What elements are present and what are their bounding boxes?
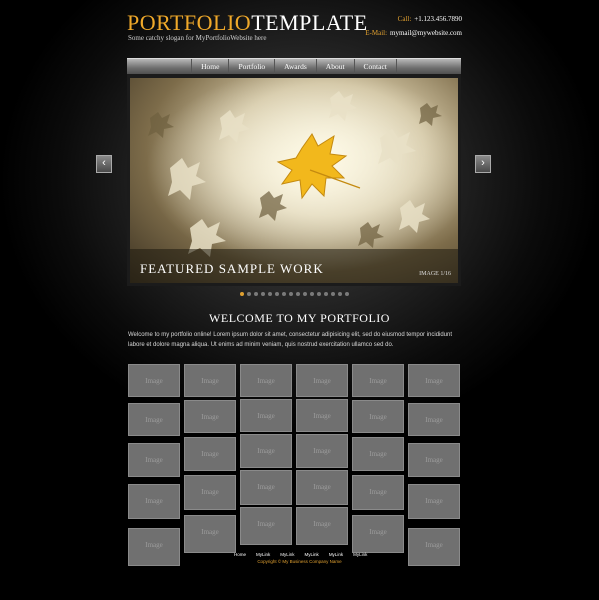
gallery-tile[interactable]: Image bbox=[296, 470, 348, 505]
gallery-tile-label: Image bbox=[425, 416, 443, 424]
gallery-tile-label: Image bbox=[425, 456, 443, 464]
gallery-tile[interactable]: Image bbox=[240, 470, 292, 505]
footer-link-mylink[interactable]: MyLink bbox=[353, 552, 367, 557]
gallery-tile-label: Image bbox=[201, 413, 219, 421]
gallery-tile-label: Image bbox=[145, 377, 163, 385]
gallery-tile-label: Image bbox=[313, 447, 331, 455]
gallery-tile-label: Image bbox=[313, 520, 331, 528]
gallery-tile[interactable]: Image bbox=[408, 403, 460, 436]
gallery-tile[interactable]: Image bbox=[128, 484, 180, 519]
footer-link-mylink[interactable]: MyLink bbox=[305, 552, 319, 557]
gallery-tile[interactable]: Image bbox=[352, 475, 404, 510]
gallery-tile[interactable]: Image bbox=[408, 364, 460, 397]
portfolio-gallery: Image Image Image Image Image Image Image Image… bbox=[0, 0, 599, 600]
gallery-tile-label: Image bbox=[201, 450, 219, 458]
gallery-tile[interactable]: Image bbox=[184, 515, 236, 553]
gallery-tile[interactable]: Image bbox=[240, 399, 292, 432]
gallery-tile-label: Image bbox=[425, 377, 443, 385]
gallery-tile[interactable]: Image bbox=[128, 443, 180, 477]
footer-copyright: Copyright © My Business Company Name bbox=[257, 559, 342, 564]
gallery-tile[interactable]: Image bbox=[296, 434, 348, 468]
gallery-tile[interactable]: Image bbox=[408, 484, 460, 519]
gallery-tile[interactable]: Image bbox=[352, 437, 404, 471]
gallery-tile[interactable]: Image bbox=[352, 400, 404, 433]
gallery-tile-label: Image bbox=[145, 541, 163, 549]
gallery-tile[interactable]: Image bbox=[352, 364, 404, 397]
gallery-tile-label: Image bbox=[145, 456, 163, 464]
gallery-tile[interactable]: Image bbox=[240, 434, 292, 468]
gallery-tile-label: Image bbox=[425, 497, 443, 505]
gallery-tile-label: Image bbox=[257, 483, 275, 491]
gallery-tile[interactable]: Image bbox=[408, 443, 460, 477]
gallery-tile-label: Image bbox=[369, 450, 387, 458]
gallery-tile-label: Image bbox=[369, 413, 387, 421]
gallery-tile-label: Image bbox=[257, 520, 275, 528]
gallery-tile[interactable]: Image bbox=[184, 475, 236, 510]
gallery-tile-label: Image bbox=[425, 541, 443, 549]
gallery-tile[interactable]: Image bbox=[184, 364, 236, 397]
gallery-tile[interactable]: Image bbox=[240, 364, 292, 397]
gallery-tile-label: Image bbox=[257, 412, 275, 420]
gallery-tile[interactable]: Image bbox=[184, 400, 236, 433]
gallery-tile[interactable]: Image bbox=[296, 507, 348, 545]
footer-link-home[interactable]: Home bbox=[234, 552, 246, 557]
gallery-tile-label: Image bbox=[201, 488, 219, 496]
gallery-tile-label: Image bbox=[313, 412, 331, 420]
gallery-tile-label: Image bbox=[369, 377, 387, 385]
gallery-tile[interactable]: Image bbox=[296, 364, 348, 397]
gallery-tile-label: Image bbox=[257, 447, 275, 455]
gallery-tile[interactable]: Image bbox=[352, 515, 404, 553]
gallery-tile-label: Image bbox=[369, 488, 387, 496]
footer-nav: Home MyLink MyLink MyLink MyLink MyLink bbox=[234, 552, 367, 557]
gallery-tile-label: Image bbox=[369, 528, 387, 536]
gallery-tile-label: Image bbox=[257, 377, 275, 385]
gallery-tile[interactable]: Image bbox=[128, 364, 180, 397]
gallery-tile-label: Image bbox=[201, 528, 219, 536]
gallery-tile-label: Image bbox=[145, 497, 163, 505]
gallery-tile-label: Image bbox=[201, 377, 219, 385]
gallery-tile[interactable]: Image bbox=[128, 403, 180, 436]
gallery-tile[interactable]: Image bbox=[240, 507, 292, 545]
gallery-tile[interactable]: Image bbox=[184, 437, 236, 471]
footer-link-mylink[interactable]: MyLink bbox=[280, 552, 294, 557]
gallery-tile-label: Image bbox=[145, 416, 163, 424]
gallery-tile[interactable]: Image bbox=[296, 399, 348, 432]
footer-link-mylink[interactable]: MyLink bbox=[329, 552, 343, 557]
gallery-tile-label: Image bbox=[313, 483, 331, 491]
gallery-tile-label: Image bbox=[313, 377, 331, 385]
footer-link-mylink[interactable]: MyLink bbox=[256, 552, 270, 557]
